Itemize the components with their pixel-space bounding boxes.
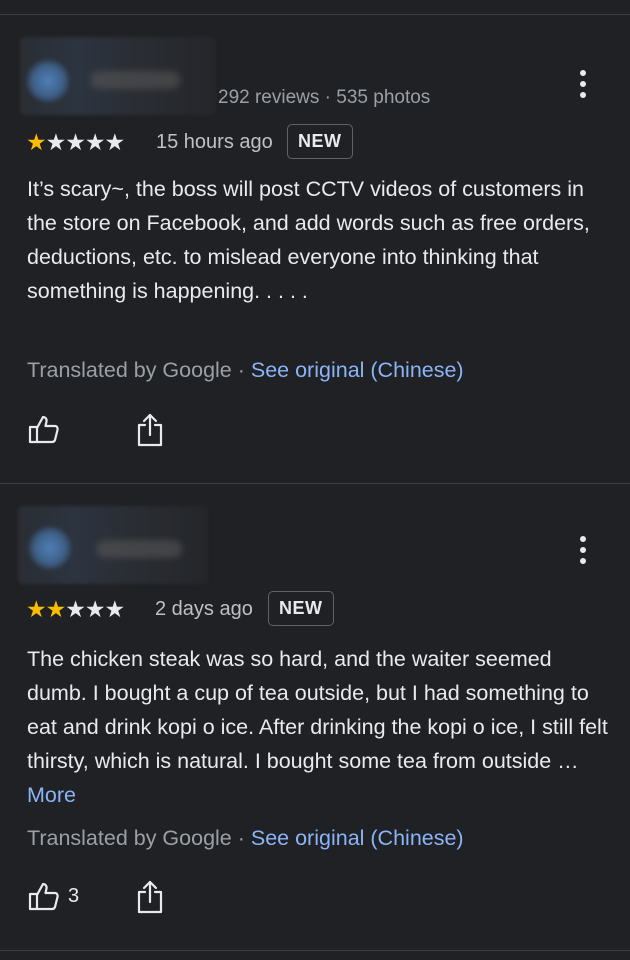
- translated-by-label: Translated by Google: [27, 358, 232, 382]
- translation-note: Translated by Google · See original (Chi…: [27, 826, 464, 851]
- star-icon: ★: [26, 596, 47, 622]
- thumbs-up-icon: [28, 415, 59, 444]
- see-original-link[interactable]: See original (Chinese): [251, 826, 464, 850]
- translated-by-label: Translated by Google: [27, 826, 232, 850]
- star-icon: ★: [45, 129, 67, 155]
- star-icon: ★: [84, 129, 106, 155]
- more-vert-icon[interactable]: [578, 536, 588, 570]
- see-original-link[interactable]: See original (Chinese): [251, 358, 464, 382]
- star-rating: ★★★★★: [26, 596, 126, 622]
- new-badge: NEW: [287, 124, 353, 159]
- like-button[interactable]: 3: [28, 880, 79, 912]
- reviewer-avatar-blurred[interactable]: [18, 506, 208, 584]
- more-link[interactable]: More: [27, 783, 76, 807]
- review-text: The chicken steak was so hard, and the w…: [27, 642, 612, 812]
- star-icon: ★: [26, 129, 47, 155]
- more-vert-icon[interactable]: [578, 70, 588, 104]
- share-icon: [137, 413, 163, 447]
- bottom-divider: [0, 950, 630, 951]
- star-icon: ★: [65, 596, 86, 622]
- thumbs-up-icon: [28, 882, 59, 911]
- review-text: It’s scary~, the boss will post CCTV vid…: [27, 177, 590, 303]
- review-time: 2 days ago: [155, 598, 253, 620]
- star-icon: ★: [84, 596, 106, 622]
- review-card: ★★★★★ 2 days ago NEW The chicken steak w…: [0, 484, 630, 950]
- star-rating: ★★★★★: [26, 129, 126, 155]
- share-button[interactable]: [136, 413, 164, 447]
- star-icon: ★: [45, 596, 67, 622]
- separator: ·: [231, 358, 251, 382]
- star-icon: ★: [104, 129, 126, 155]
- review-card: 292 reviews · 535 photos ★★★★★ 15 hours …: [0, 15, 630, 483]
- star-icon: ★: [104, 596, 126, 622]
- new-badge: NEW: [268, 591, 334, 626]
- reviewer-avatar-blurred[interactable]: [20, 37, 216, 115]
- reviewer-stats: 292 reviews · 535 photos: [218, 87, 431, 108]
- star-icon: ★: [65, 129, 86, 155]
- separator: ·: [231, 826, 251, 850]
- share-icon: [137, 880, 163, 914]
- translation-note: Translated by Google · See original (Chi…: [27, 358, 464, 383]
- review-time: 15 hours ago: [156, 131, 273, 153]
- like-button[interactable]: [28, 413, 68, 445]
- share-button[interactable]: [136, 880, 164, 914]
- like-count: 3: [68, 884, 80, 907]
- review-text-body: The chicken steak was so hard, and the w…: [27, 647, 608, 773]
